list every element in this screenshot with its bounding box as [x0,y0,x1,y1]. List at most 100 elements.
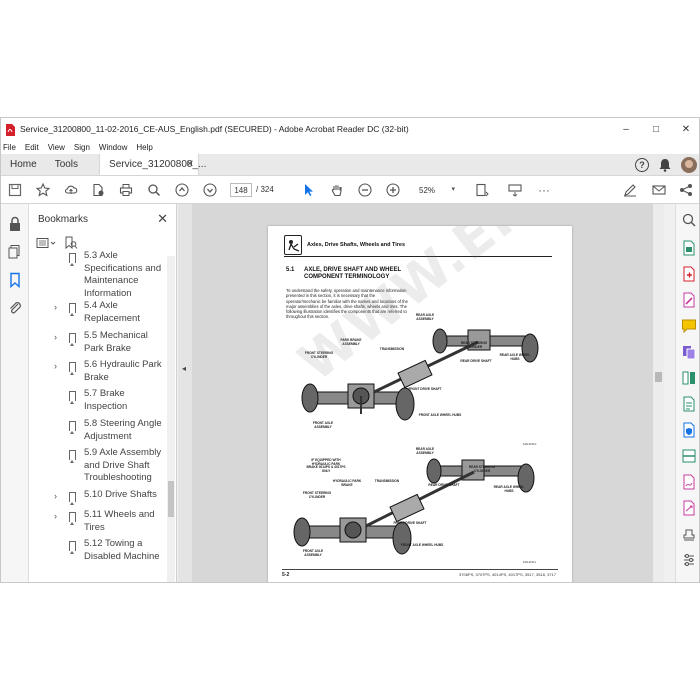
tab-document[interactable]: Service_31200800_... ✕ [99,154,206,175]
toolbar: 148 / 324 52% ▾ ··· [1,176,699,204]
tools-pane [675,204,699,582]
page-number-input[interactable]: 148 [230,183,252,197]
page-fit-icon[interactable] [474,182,490,198]
label-front-hub: FRONT AXLE WHEEL HUBS [418,413,462,417]
find-bookmark-icon[interactable] [64,236,78,250]
bookmarks-panel: Bookmarks ✕ 5.3 Axle Specifications and … [29,204,177,582]
close-window-button[interactable]: ✕ [671,118,699,140]
minimize-button[interactable]: – [611,118,641,140]
bookmarks-scrollbar[interactable] [167,256,175,582]
document-scrollbar[interactable] [653,204,664,582]
label-hydraulic-park-brake: HYDRAULIC PARK BRAKE [332,479,362,487]
protect-icon[interactable] [681,422,697,438]
bookmark-icon [69,362,76,375]
scrollbar-thumb[interactable] [655,372,662,382]
zoom-out-icon[interactable] [357,182,373,198]
chapter-title: Axles, Drive Shafts, Wheels and Tires [307,242,406,248]
lock-icon[interactable] [7,216,23,232]
tab-tools[interactable]: Tools [46,154,87,175]
bookmark-icon [69,391,76,404]
bookmark-label: 5.8 Steering Angle Adjustment [84,418,162,442]
tab-bar: Home Tools Service_31200800_... ✕ ? [1,154,699,176]
bookmark-label: 5.4 Axle Replacement [84,300,140,324]
redact-icon[interactable] [681,396,697,412]
bookmark-label: 5.9 Axle Assembly and Drive Shaft Troubl… [84,447,162,484]
zoom-in-icon[interactable] [385,182,401,198]
stamp-tools-icon[interactable] [681,526,697,542]
label-rear-drive-2: REAR DRIVE SHAFT [428,483,460,487]
bookmark-label: 5.3 Axle Specifications and Maintenance … [84,250,162,299]
label-transmission-2: TRANSMISSION [374,479,400,483]
chevron-right-icon[interactable]: › [54,511,57,521]
bookmark-icon [69,492,76,505]
combine-files-icon[interactable] [681,344,697,360]
bookmark-label: 5.12 Towing a Disabled Machine [84,538,160,562]
close-bookmarks-icon[interactable]: ✕ [157,211,168,227]
tab-home[interactable]: Home [1,154,46,175]
share-file-icon[interactable] [90,182,106,198]
footer-rule [282,569,558,570]
label-rear-hub: REAR AXLE WHEEL HUBS [499,353,531,361]
help-icon[interactable]: ? [635,158,649,172]
create-pdf-icon[interactable] [681,266,697,282]
page-thumbnails-icon[interactable] [7,244,23,260]
select-cursor-icon[interactable] [301,182,317,198]
scrollbar-thumb[interactable] [168,481,174,517]
notification-bell-icon[interactable] [658,158,672,172]
menu-sign[interactable]: Sign [74,143,90,152]
keyboard-scroll-icon[interactable] [507,182,523,198]
search-tools-icon[interactable] [681,212,697,228]
chevron-down-icon: ▾ [451,186,455,193]
chevron-right-icon[interactable]: › [54,491,57,501]
bookmark-star-icon[interactable] [35,182,51,198]
organize-pages-icon[interactable] [681,370,697,386]
edit-pdf-icon[interactable] [681,292,697,308]
upload-cloud-icon[interactable] [63,182,79,198]
zoom-dropdown[interactable]: 52% ▾ [411,183,457,197]
more-tools-icon[interactable]: ··· [536,182,552,198]
chevron-right-icon[interactable]: › [54,361,57,371]
menu-view[interactable]: View [48,143,65,152]
menu-window[interactable]: Window [99,143,127,152]
search-icon[interactable] [146,182,162,198]
print-icon[interactable] [118,182,134,198]
bookmarks-title: Bookmarks [38,214,89,225]
collapse-arrow-icon[interactable]: ◂ [182,364,186,373]
title-bar: Service_31200800_11-02-2016_CE-AUS_Engli… [1,118,699,140]
bookmark-label: 5.10 Drive Shafts [84,489,157,500]
bookmark-label: 5.7 Brake Inspection [84,388,128,412]
bookmark-icon [69,253,76,266]
next-page-icon[interactable] [202,182,218,198]
share-icon[interactable] [678,182,694,198]
chevron-right-icon[interactable]: › [54,332,57,342]
sign-pen-icon[interactable] [622,182,638,198]
label-rear-axle-2: REAR AXLE ASSEMBLY [415,447,435,455]
save-icon[interactable] [7,182,23,198]
user-avatar[interactable] [681,157,697,173]
menu-edit[interactable]: Edit [25,143,39,152]
acrobat-logo-icon [5,123,15,136]
chevron-right-icon[interactable]: › [54,302,57,312]
panel-splitter[interactable]: ◂ [178,204,192,582]
previous-page-icon[interactable] [174,182,190,198]
attachments-icon[interactable] [7,300,23,316]
email-icon[interactable] [651,182,667,198]
label-front-drive-2: FRONT DRIVE SHAFT [393,521,427,525]
maximize-button[interactable]: □ [641,118,671,140]
label-rear-drive: REAR DRIVE SHAFT [460,359,492,363]
send-for-signature-icon[interactable] [681,500,697,516]
hand-tool-icon[interactable] [329,182,345,198]
bookmark-icon [69,450,76,463]
bookmarks-panel-icon[interactable] [7,272,23,289]
bookmark-icon [69,421,76,434]
close-tab-icon[interactable]: ✕ [186,159,194,170]
customize-tools-icon[interactable] [681,552,697,568]
scan-ocr-icon[interactable] [681,448,697,464]
page-footer-models: 3706PS, 3707PS, 4014PS, 4017PS, 3517, 35… [459,572,556,577]
menu-help[interactable]: Help [136,143,152,152]
bookmark-options-icon[interactable] [36,237,58,249]
menu-file[interactable]: File [3,143,16,152]
fill-sign-icon[interactable] [681,474,697,490]
comment-icon[interactable] [681,318,697,334]
export-pdf-icon[interactable] [681,240,697,256]
